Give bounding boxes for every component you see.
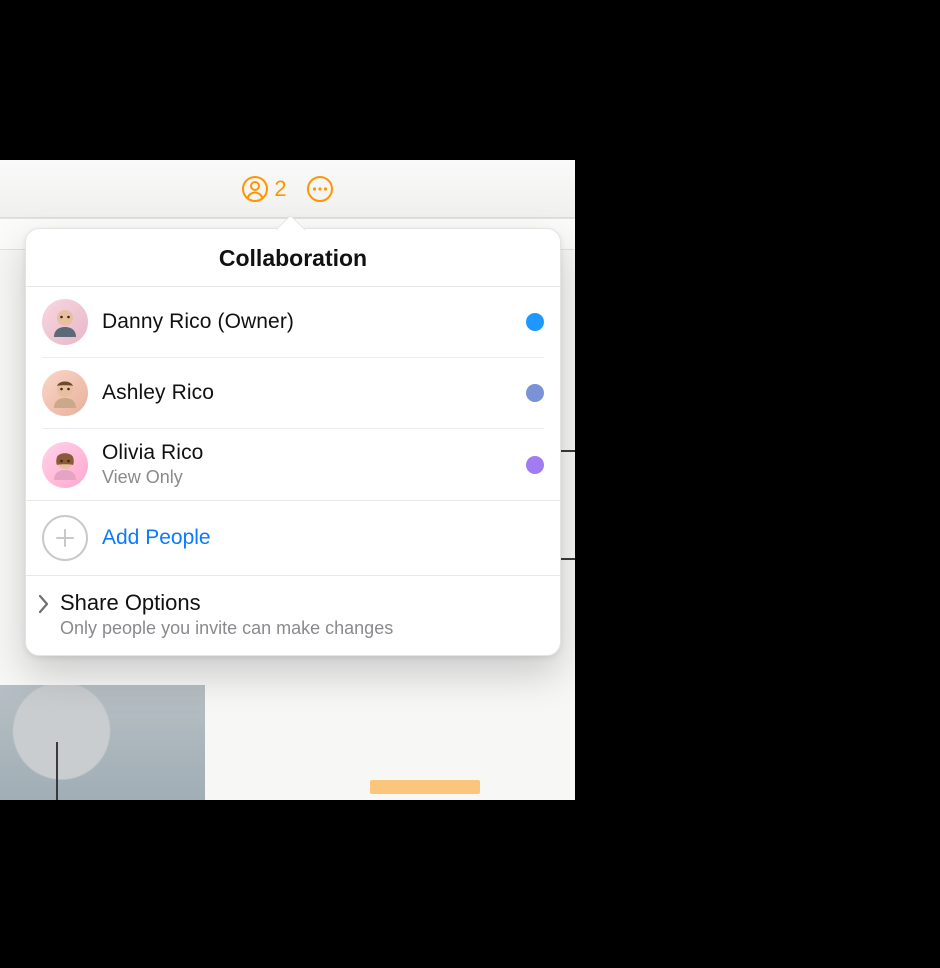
document-image-placeholder xyxy=(0,685,205,800)
presence-dot xyxy=(526,313,544,331)
memoji-icon xyxy=(48,305,82,339)
participant-row[interactable]: Ashley Rico xyxy=(42,358,544,429)
participants-list: Danny Rico (Owner) Ashley Rico xyxy=(26,287,560,500)
share-options-title: Share Options xyxy=(60,590,393,616)
plus-circle-icon xyxy=(42,515,88,561)
chevron-right-icon xyxy=(36,593,50,615)
memoji-icon xyxy=(48,448,82,482)
participant-name: Ashley Rico xyxy=(102,381,512,405)
collaborators-button[interactable]: 2 xyxy=(240,174,286,204)
participant-role: View Only xyxy=(102,467,512,488)
participant-info: Danny Rico (Owner) xyxy=(102,310,512,334)
participant-info: Olivia Rico View Only xyxy=(102,441,512,488)
add-people-row[interactable]: Add People xyxy=(26,501,560,576)
presence-dot xyxy=(526,384,544,402)
participant-name: Olivia Rico xyxy=(102,441,512,465)
avatar xyxy=(42,370,88,416)
share-options-row[interactable]: Share Options Only people you invite can… xyxy=(26,576,560,655)
presence-dot xyxy=(526,456,544,474)
avatar xyxy=(42,442,88,488)
collaborators-count: 2 xyxy=(274,176,286,202)
ellipsis-circle-icon xyxy=(305,174,335,204)
callout-leader xyxy=(56,742,58,800)
collaboration-popover: Collaboration Danny Rico (Owner) xyxy=(25,228,561,656)
memoji-icon xyxy=(48,376,82,410)
app-window: 2 Collaboration xyxy=(0,160,575,800)
add-people-label: Add People xyxy=(102,526,211,550)
person-circle-icon xyxy=(240,174,270,204)
popover-title: Collaboration xyxy=(26,229,560,287)
participant-row[interactable]: Danny Rico (Owner) xyxy=(42,287,544,358)
participant-name: Danny Rico (Owner) xyxy=(102,310,512,334)
toolbar: 2 xyxy=(0,160,575,218)
document-highlight xyxy=(370,780,480,794)
participant-info: Ashley Rico xyxy=(102,381,512,405)
participant-row[interactable]: Olivia Rico View Only xyxy=(42,429,544,500)
avatar xyxy=(42,299,88,345)
share-options-subtitle: Only people you invite can make changes xyxy=(60,618,393,639)
more-button[interactable] xyxy=(305,174,335,204)
plus-icon xyxy=(54,527,76,549)
share-options-info: Share Options Only people you invite can… xyxy=(60,590,393,639)
